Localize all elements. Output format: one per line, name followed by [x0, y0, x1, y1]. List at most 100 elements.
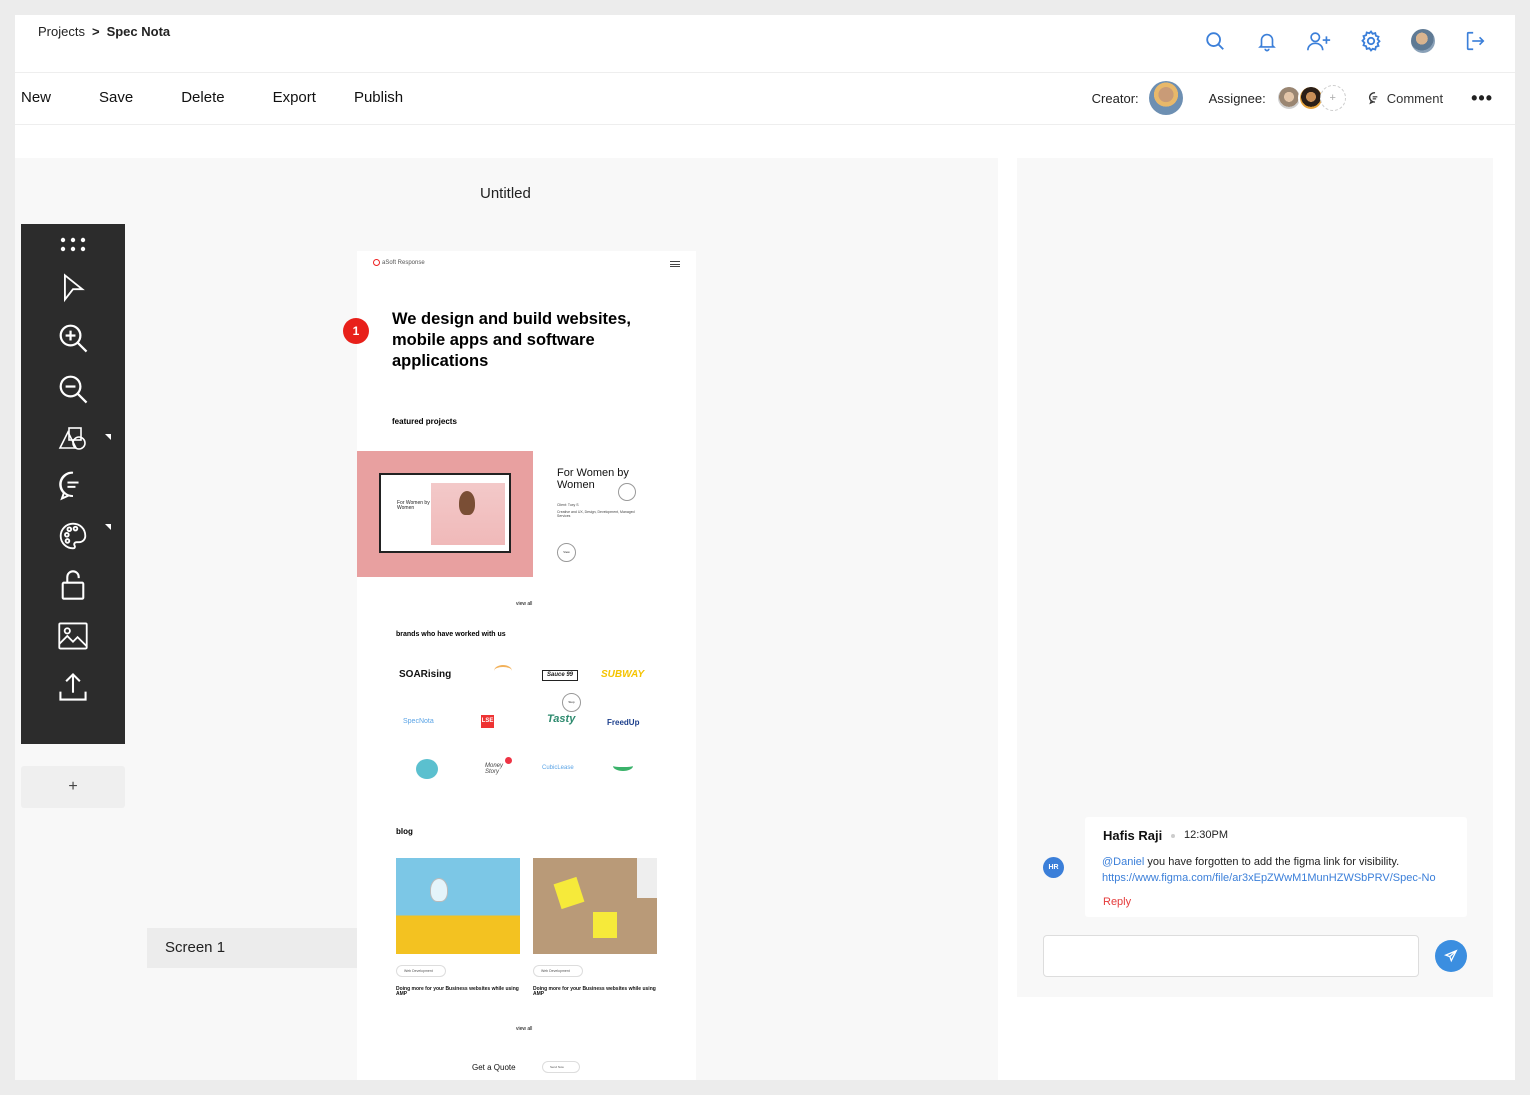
breadcrumb: Projects > Spec Nota	[38, 24, 170, 39]
preview-logo: aSoft Response	[373, 259, 425, 266]
comment-mention[interactable]: @Daniel	[1102, 856, 1144, 868]
screen-tab[interactable]: Screen 1	[147, 928, 359, 968]
canvas-area: Untitled + Screen 1 aSoft Response We de…	[15, 158, 998, 1080]
breadcrumb-current: Spec Nota	[106, 24, 171, 39]
bell-icon[interactable]	[1253, 27, 1281, 55]
export-button[interactable]: Export	[273, 89, 316, 106]
breadcrumb-projects[interactable]: Projects	[38, 24, 85, 39]
avatar[interactable]	[1409, 27, 1437, 55]
brand-logo	[613, 761, 633, 771]
preview-arrow-circle	[618, 483, 636, 501]
search-icon[interactable]	[1201, 27, 1229, 55]
assignee-avatars: +	[1275, 85, 1346, 111]
preview-featured-heading: featured projects	[392, 417, 457, 426]
preview-quote-button: Send Now	[542, 1061, 580, 1073]
comment-pin[interactable]: 1	[343, 318, 369, 344]
shapes-icon[interactable]	[57, 422, 89, 454]
comment-button[interactable]: Comment	[1368, 91, 1443, 106]
add-assignee-button[interactable]: +	[1319, 85, 1346, 111]
preview-brands-heading: brands who have worked with us	[396, 631, 506, 638]
logout-icon[interactable]	[1461, 27, 1489, 55]
comment-bubble-icon	[1368, 92, 1378, 105]
reply-button[interactable]: Reply	[1103, 896, 1131, 908]
comment-time: 12:30PM	[1184, 829, 1229, 841]
preview-feature-title: For Women by Women	[557, 467, 629, 491]
brand-logo: SUBWAY	[601, 669, 645, 680]
publish-button[interactable]: Publish	[354, 89, 403, 106]
file-menu: New Save Delete Export Publish	[21, 89, 451, 106]
document-meta: Creator: Assignee: + Comment •••	[1092, 81, 1493, 115]
sticky-note	[593, 912, 617, 938]
comment-body: @Daniel you have forgotten to add the fi…	[1102, 854, 1462, 886]
preview-hero-heading: We design and build websites, mobile app…	[392, 310, 631, 370]
brand-logo: CubicLease	[542, 765, 574, 771]
zoom-out-icon[interactable]	[57, 373, 89, 405]
comment-text: you have forgotten to add the figma link…	[1144, 856, 1400, 868]
app-window: Projects > Spec Nota New Save Delete Exp…	[15, 15, 1515, 1080]
brand-logo: SOARising	[399, 669, 452, 680]
image-icon[interactable]	[57, 620, 89, 652]
preview-menu-icon	[670, 261, 680, 267]
palette-caret-icon[interactable]	[105, 524, 111, 530]
canvas-title[interactable]: Untitled	[480, 185, 531, 202]
add-user-icon[interactable]	[1305, 27, 1333, 55]
preview-blog-title: Doing more for your Business websites wh…	[396, 986, 519, 997]
tool-palette	[21, 224, 125, 744]
zoom-in-icon[interactable]	[57, 322, 89, 354]
more-options-icon[interactable]: •••	[1471, 88, 1493, 109]
send-button[interactable]	[1435, 940, 1467, 972]
brand-logo: SpecNota	[403, 718, 434, 725]
lock-icon[interactable]	[57, 569, 89, 601]
gear-icon[interactable]	[1357, 27, 1385, 55]
preview-blog-tag: Web Development	[533, 965, 583, 977]
preview-blog-image	[396, 858, 520, 954]
keyboard-image	[637, 858, 657, 898]
preview-blog-tag: Web Development	[396, 965, 446, 977]
preview-feature-services: Creative and UX, Design, Development, Ma…	[557, 510, 635, 518]
preview-blog-heading: blog	[396, 827, 413, 836]
sticky-note	[553, 876, 585, 910]
add-screen-button[interactable]: +	[21, 766, 125, 808]
creator-label: Creator:	[1091, 90, 1139, 106]
preview-feature-button: View	[557, 543, 576, 562]
top-icons	[1201, 27, 1489, 55]
grid-icon[interactable]	[57, 228, 89, 260]
comment-card: Hafis Raji 12:30PM @Daniel you have forg…	[1085, 817, 1467, 917]
comment-separator-dot	[1171, 834, 1175, 838]
brand-logo	[494, 665, 512, 677]
send-icon	[1444, 949, 1458, 963]
preview-feature-image: For Women by Women	[357, 451, 533, 577]
palette-icon[interactable]	[57, 520, 89, 552]
brand-logo: Tasty	[547, 713, 576, 725]
delete-button[interactable]: Delete	[181, 89, 224, 106]
brand-logo: FreedUp	[607, 718, 640, 727]
brand-logo: Sauce 99	[542, 670, 578, 681]
comment-button-label: Comment	[1386, 90, 1444, 106]
brand-logo	[416, 759, 438, 779]
preview-quote-heading: Get a Quote	[472, 1063, 516, 1072]
comment-author-avatar: HR	[1043, 857, 1064, 878]
shapes-caret-icon[interactable]	[105, 434, 111, 440]
comment-author: Hafis Raji	[1103, 828, 1163, 843]
save-button[interactable]: Save	[99, 89, 133, 106]
brand-logo: Money Story	[485, 763, 504, 775]
creator-avatar[interactable]	[1148, 81, 1183, 115]
preview-logo-icon	[373, 259, 380, 266]
comment-input[interactable]	[1043, 935, 1419, 977]
comments-panel: HR Hafis Raji 12:30PM @Daniel you have f…	[1017, 158, 1493, 997]
assignee-label: Assignee:	[1208, 90, 1266, 106]
top-bar: Projects > Spec Nota	[15, 15, 1515, 73]
user-avatar-image	[1411, 29, 1435, 53]
preview-view-all: view all	[516, 601, 533, 607]
preview-view-all: view all	[516, 1026, 533, 1032]
comment-link[interactable]: https://www.figma.com/file/ar3xEpZWwM1Mu…	[1102, 872, 1436, 884]
design-preview[interactable]: aSoft Response We design and build websi…	[357, 251, 696, 1080]
pointer-icon[interactable]	[57, 272, 89, 304]
new-button[interactable]: New	[21, 89, 51, 106]
upload-icon[interactable]	[57, 671, 89, 703]
lightbulb-image	[430, 878, 448, 902]
breadcrumb-separator: >	[91, 24, 100, 39]
preview-brands-stop: Stop	[562, 693, 581, 712]
preview-logo-text: aSoft Response	[382, 259, 425, 266]
comment-icon[interactable]	[57, 469, 89, 501]
